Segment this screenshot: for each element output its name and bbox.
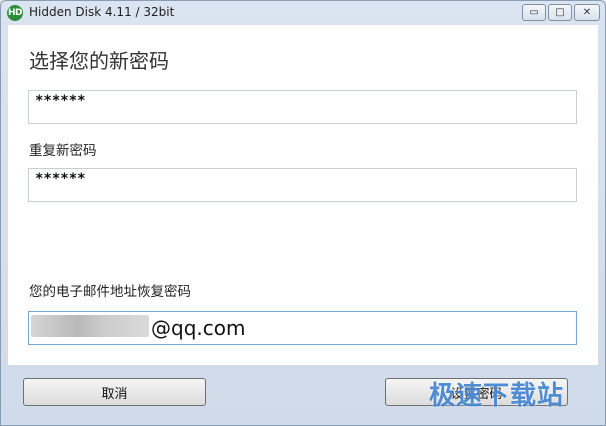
page-title: 选择您的新密码 [29, 49, 169, 73]
close-button[interactable]: ✕ [574, 4, 600, 21]
app-logo-icon: HD [7, 5, 23, 21]
cancel-button[interactable]: 取消 [23, 378, 206, 406]
repeat-password-field[interactable]: ****** [28, 168, 577, 202]
window-controls: ▭ □ ✕ [522, 4, 600, 21]
email-label: 您的电子邮件地址恢复密码 [29, 284, 191, 300]
form-panel: 选择您的新密码 ****** 重复新密码 ****** 您的电子邮件地址恢复密码… [8, 25, 598, 365]
app-window: HD Hidden Disk 4.11 / 32bit ▭ □ ✕ 选择您的新密… [0, 0, 606, 426]
watermark-logo: 极速下载站 [429, 381, 565, 411]
email-field[interactable]: @qq.com [28, 311, 577, 345]
maximize-button[interactable]: □ [548, 4, 572, 21]
repeat-password-label: 重复新密码 [29, 143, 97, 159]
email-domain-text: @qq.com [151, 316, 246, 340]
title-bar[interactable]: HD Hidden Disk 4.11 / 32bit ▭ □ ✕ [1, 1, 605, 25]
redacted-email-blur [31, 315, 149, 337]
window-title: Hidden Disk 4.11 / 32bit [29, 5, 175, 19]
minimize-button[interactable]: ▭ [522, 4, 546, 21]
new-password-field[interactable]: ****** [28, 90, 577, 124]
